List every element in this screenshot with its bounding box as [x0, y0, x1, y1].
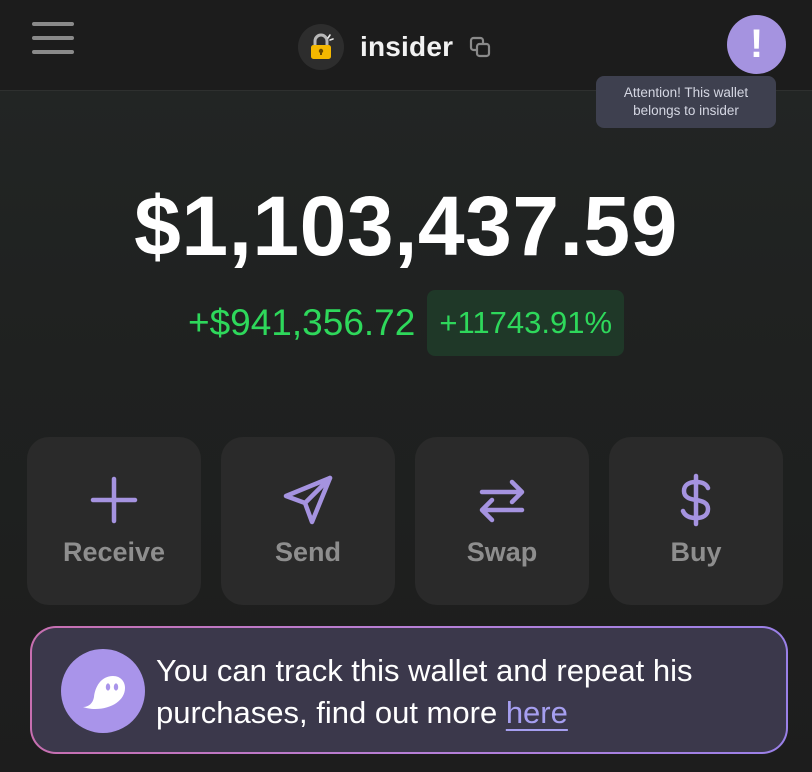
wallet-avatar — [298, 24, 344, 70]
banner-body: You can track this wallet and repeat his… — [32, 628, 786, 752]
alert-tooltip: Attention! This wallet belongs to inside… — [596, 76, 776, 128]
alert-symbol: ! — [749, 22, 764, 66]
action-buttons: Receive Send Swap Buy — [27, 437, 783, 605]
receive-label: Receive — [62, 537, 166, 567]
send-label: Send — [274, 537, 341, 567]
balance-change: +$941,356.72 +11743.91% — [0, 290, 812, 356]
wallet-name: insider — [360, 31, 454, 62]
receive-button[interactable]: Receive — [27, 437, 201, 605]
here-link[interactable]: here — [506, 695, 568, 730]
lock-icon — [311, 33, 334, 59]
send-icon — [283, 475, 333, 525]
banner-text: You can track this wallet and repeat his… — [156, 650, 766, 734]
dollar-icon — [680, 473, 711, 527]
change-amount: +$941,356.72 — [187, 302, 416, 343]
menu-line — [32, 50, 74, 54]
alert-icon[interactable]: ! — [727, 15, 786, 74]
plus-icon — [90, 476, 138, 524]
send-button[interactable]: Send — [221, 437, 395, 605]
hamburger-menu-icon[interactable] — [30, 20, 76, 58]
tooltip-text: Attention! This wallet belongs to inside… — [623, 85, 749, 118]
banner-message: You can track this wallet and repeat his… — [156, 653, 693, 730]
menu-line — [32, 22, 74, 26]
copy-icon[interactable] — [467, 34, 493, 60]
swap-icon — [479, 479, 525, 523]
menu-line — [32, 36, 74, 40]
change-percent-badge: +11743.91% — [427, 290, 625, 356]
buy-label: Buy — [670, 537, 722, 567]
track-wallet-banner: You can track this wallet and repeat his… — [30, 626, 788, 754]
buy-button[interactable]: Buy — [609, 437, 783, 605]
swap-button[interactable]: Swap — [415, 437, 589, 605]
ghost-icon — [61, 649, 145, 733]
swap-label: Swap — [466, 537, 538, 567]
total-balance: $1,103,437.59 — [134, 179, 678, 273]
wallet-identity[interactable]: insider — [298, 22, 493, 72]
